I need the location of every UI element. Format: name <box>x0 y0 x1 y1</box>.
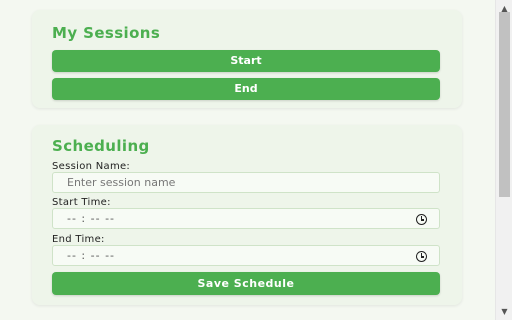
end-time-value: -- : -- -- <box>67 249 116 262</box>
scroll-down-icon[interactable]: ▼ <box>496 303 512 320</box>
scheduling-card: Scheduling Session Name: Start Time: -- … <box>32 125 462 305</box>
start-button[interactable]: Start <box>52 50 440 72</box>
vertical-scrollbar[interactable]: ▲ ▼ <box>495 0 512 320</box>
sessions-title: My Sessions <box>52 24 161 42</box>
start-time-value: -- : -- -- <box>67 212 116 225</box>
popup-viewport: My Sessions Start End Scheduling Session… <box>0 0 492 320</box>
scrollbar-thumb[interactable] <box>499 12 510 197</box>
end-time-label: End Time: <box>52 234 105 245</box>
sessions-card: My Sessions Start End <box>32 10 462 108</box>
clock-icon[interactable] <box>416 251 427 262</box>
clock-icon[interactable] <box>416 214 427 225</box>
session-name-input[interactable] <box>52 172 440 193</box>
start-time-label: Start Time: <box>52 197 111 208</box>
start-time-input[interactable]: -- : -- -- <box>52 208 440 229</box>
end-button[interactable]: End <box>52 78 440 100</box>
session-name-label: Session Name: <box>52 161 131 172</box>
end-time-input[interactable]: -- : -- -- <box>52 245 440 266</box>
scheduling-title: Scheduling <box>52 137 150 155</box>
save-schedule-button[interactable]: Save Schedule <box>52 272 440 295</box>
